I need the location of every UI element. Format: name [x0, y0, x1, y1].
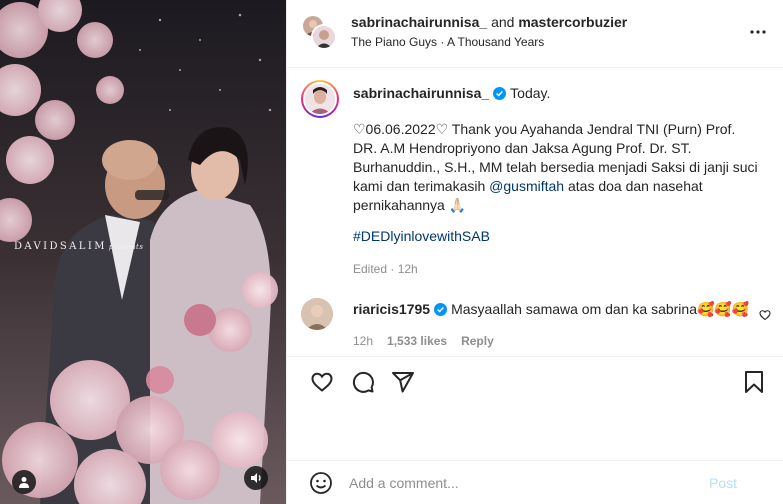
mention-link[interactable]: @gusmiftah	[489, 178, 564, 194]
heart-icon	[311, 372, 333, 392]
person-icon	[19, 477, 29, 488]
verified-badge-icon	[434, 303, 448, 316]
comment-button[interactable]	[350, 369, 376, 395]
post-authors: sabrinachairunnisa_ and mastercorbuzier	[351, 14, 627, 30]
caption-avatar[interactable]	[301, 80, 339, 118]
comment-input[interactable]	[349, 471, 689, 495]
caption-username[interactable]: sabrinachairunnisa_	[353, 85, 489, 101]
authors-joiner: and	[491, 14, 515, 30]
author-username-2[interactable]: mastercorbuzier	[518, 14, 627, 30]
caption-text: ♡06.06.2022♡ Thank you Ayahanda Jendral …	[353, 120, 763, 215]
post-media[interactable]: DAVIDSALIM presents	[0, 0, 286, 504]
comment-text: Masyaallah samawa om dan ka sabrina🥰🥰🥰	[451, 301, 750, 317]
comment-meta: 12h 1,533 likes Reply	[353, 334, 508, 348]
caption-time: Today.	[510, 85, 551, 101]
comment-like-button[interactable]	[759, 308, 771, 326]
media-watermark: DAVIDSALIM presents	[14, 241, 143, 252]
commenter-avatar[interactable]	[301, 298, 333, 330]
wedding-photo	[0, 0, 286, 504]
like-button[interactable]	[309, 369, 335, 395]
send-icon	[392, 372, 414, 393]
comment-icon	[352, 371, 374, 393]
audio-track-link[interactable]: The Piano Guys · A Thousand Years	[351, 35, 544, 49]
post-header: sabrinachairunnisa_ and mastercorbuzier …	[287, 0, 783, 68]
post-panel: sabrinachairunnisa_ and mastercorbuzier …	[286, 0, 783, 504]
avatar-mastercorbuzier[interactable]	[311, 24, 337, 50]
reply-button[interactable]: Reply	[461, 334, 494, 348]
audio-toggle-button[interactable]	[244, 466, 268, 490]
collab-avatars[interactable]	[301, 14, 337, 50]
post-comment-button[interactable]: Post	[709, 475, 737, 491]
watermark-text: DAVIDSALIM	[14, 241, 107, 252]
comment-time: 12h	[353, 334, 374, 348]
speaker-icon	[250, 473, 261, 483]
save-button[interactable]	[741, 369, 767, 395]
author-username-1[interactable]: sabrinachairunnisa_	[351, 14, 487, 30]
verified-badge-icon	[493, 87, 507, 100]
post-actions	[287, 356, 783, 406]
comment-likes[interactable]: 1,533 likes	[387, 334, 447, 348]
emoji-button[interactable]	[309, 471, 333, 500]
commenter-username[interactable]: riaricis1795	[353, 301, 430, 317]
watermark-suffix: presents	[108, 243, 144, 251]
tagged-users-button[interactable]	[12, 470, 36, 494]
heart-small-icon	[759, 310, 771, 321]
share-button[interactable]	[390, 369, 416, 395]
more-horizontal-icon	[750, 30, 766, 34]
comment-line: riaricis1795 Masyaallah samawa om dan ka …	[353, 301, 749, 318]
bookmark-icon	[745, 371, 763, 393]
hashtag-link[interactable]: #DEDlyinlovewithSAB	[353, 228, 490, 244]
smiley-icon	[310, 472, 332, 494]
edited-label: Edited · 12h	[353, 262, 418, 276]
add-comment-bar: Post	[287, 460, 783, 504]
caption-header: sabrinachairunnisa_ Today.	[353, 85, 550, 101]
more-options-button[interactable]	[746, 22, 770, 42]
